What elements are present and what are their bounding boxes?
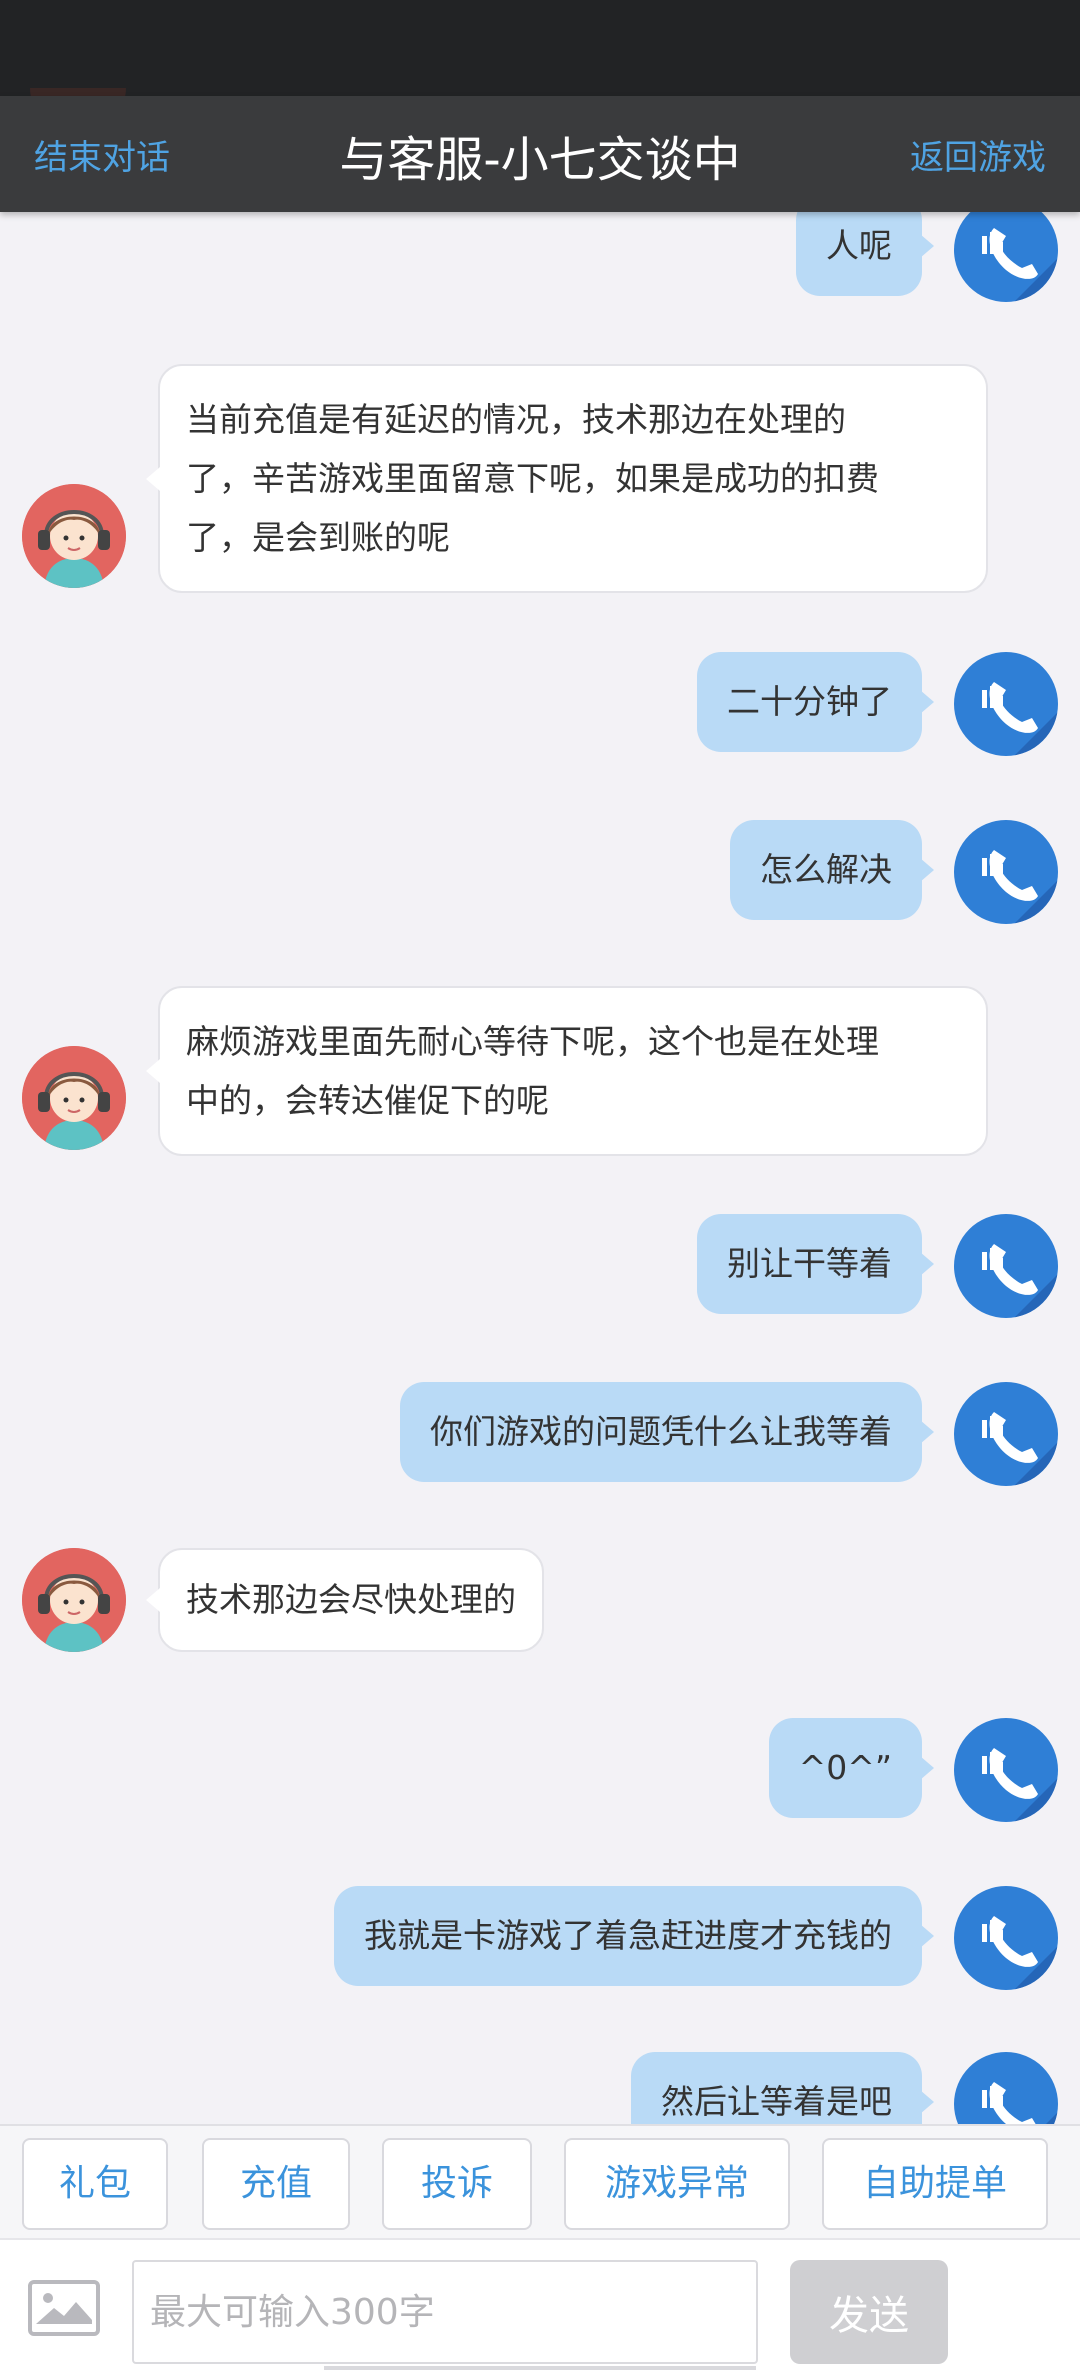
user-message: 怎么解决 [730,820,934,920]
user-avatar-phone-icon [954,2052,1058,2124]
user-avatar-phone-icon [954,1382,1058,1486]
agent-message: 麻烦游戏里面先耐心等待下呢，这个也是在处理 中的，会转达催促下的呢 [146,986,988,1156]
user-avatar-phone-icon [954,820,1058,924]
message-line: 中的，会转达催促下的呢 [186,1081,549,1120]
user-message: ^0^” [768,1718,935,1818]
user-avatar-phone-icon [954,1718,1058,1822]
user-message: 二十分钟了 [697,652,934,752]
message-line: 了，辛苦游戏里面留意下呢，如果是成功的扣费 [186,459,879,498]
message-line: 麻烦游戏里面先耐心等待下呢，这个也是在处理 [186,1022,879,1061]
agent-avatar [22,1548,126,1652]
send-button[interactable]: 发送 [790,2260,948,2364]
message-input[interactable] [132,2260,758,2364]
input-bar: 发送 [0,2238,1080,2376]
message-line: 当前充值是有延迟的情况，技术那边在处理的 [186,400,846,439]
status-bar [0,0,1080,96]
user-avatar-phone-icon [954,652,1058,756]
user-avatar-phone-icon [954,212,1058,302]
user-message: 我就是卡游戏了着急赶进度才充钱的 [334,1886,934,1986]
agent-avatar [22,484,126,588]
user-message: 人呢 [796,212,934,296]
message-list[interactable]: 人呢 当前充值是有延迟的情况，技术那边在处理的 了，辛苦游戏里面留意下呢，如果是… [0,212,1080,2124]
user-message: 然后让等着是吧 [631,2052,934,2124]
quick-action-bar: 礼包 充值 投诉 游戏异常 自助提单 [0,2124,1080,2238]
quick-game-issue-button[interactable]: 游戏异常 [564,2138,790,2230]
image-icon[interactable] [28,2280,100,2336]
chat-header: 结束对话 与客服-小七交谈中 返回游戏 [0,96,1080,212]
agent-avatar [22,1046,126,1150]
quick-ticket-button[interactable]: 自助提单 [822,2138,1048,2230]
quick-complaint-button[interactable]: 投诉 [382,2138,532,2230]
quick-gift-button[interactable]: 礼包 [22,2138,168,2230]
message-line: 了，是会到账的呢 [186,518,450,557]
back-to-game-button[interactable]: 返回游戏 [910,130,1046,179]
agent-message: 当前充值是有延迟的情况，技术那边在处理的 了，辛苦游戏里面留意下呢，如果是成功的… [146,364,988,593]
message-line: 技术那边会尽快处理的 [186,1580,516,1619]
agent-message: 技术那边会尽快处理的 [146,1548,544,1652]
quick-recharge-button[interactable]: 充值 [202,2138,350,2230]
user-message: 你们游戏的问题凭什么让我等着 [400,1382,934,1482]
user-avatar-phone-icon [954,1886,1058,1990]
user-avatar-phone-icon [954,1214,1058,1318]
scroll-indicator [324,2366,756,2370]
user-message: 别让干等着 [697,1214,934,1314]
